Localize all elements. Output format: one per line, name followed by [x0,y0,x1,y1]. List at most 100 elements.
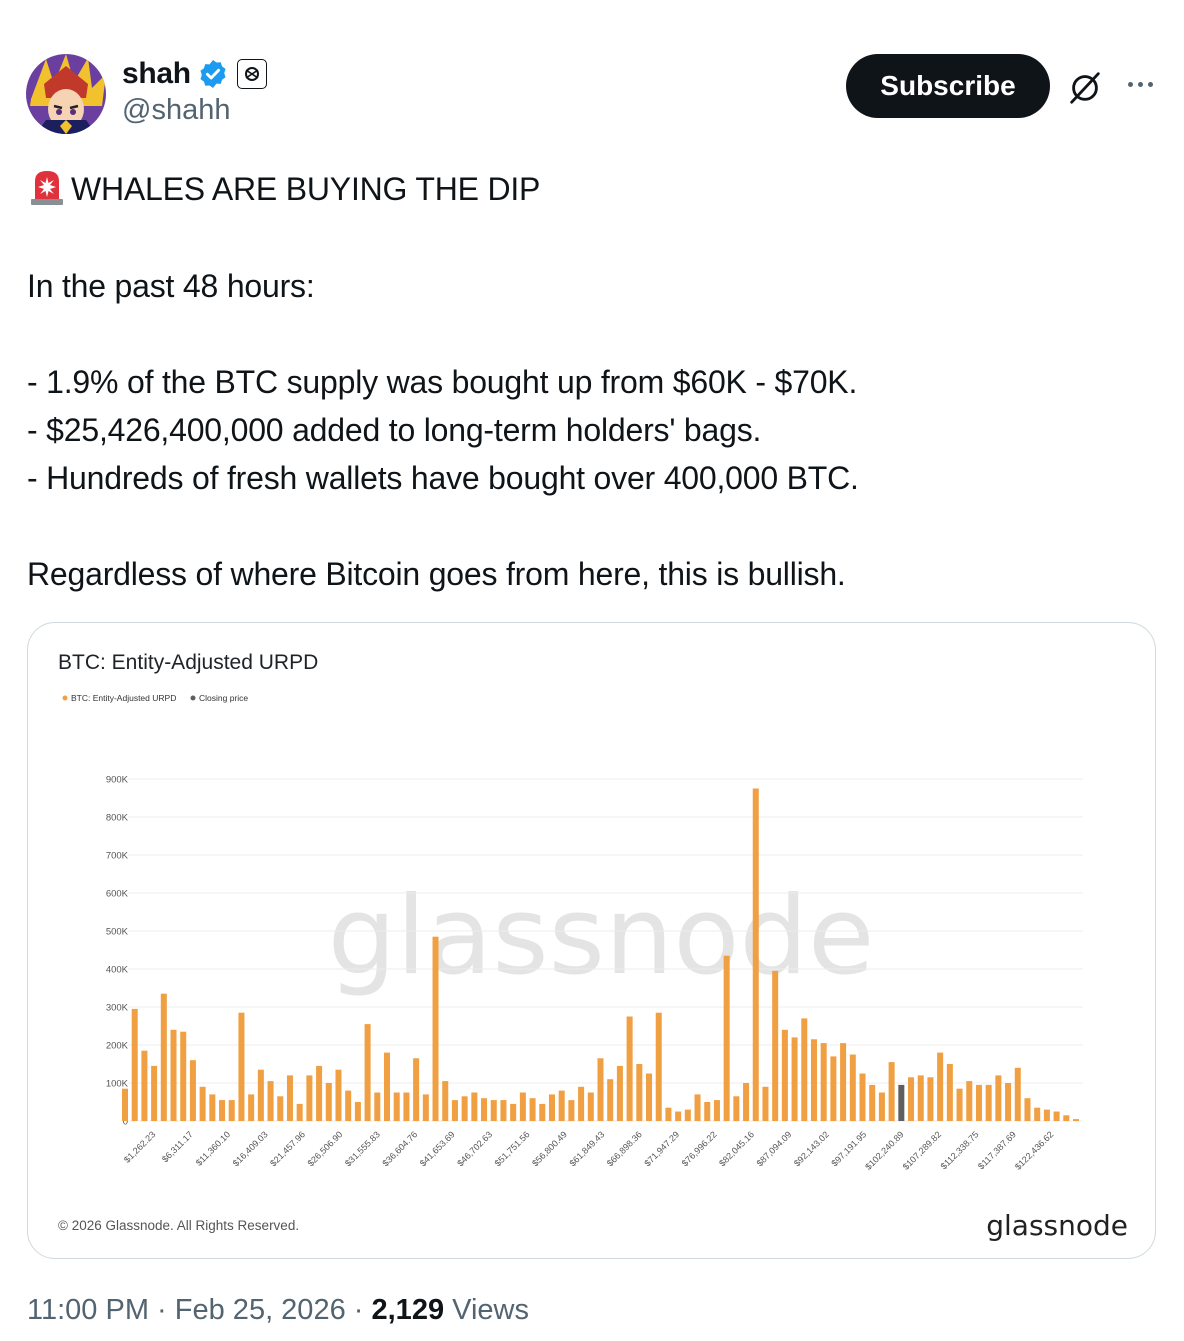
urpd-bar[interactable] [354,1102,361,1121]
urpd-bar[interactable] [975,1084,982,1121]
urpd-bar[interactable] [306,1075,313,1121]
urpd-bar[interactable] [1034,1107,1041,1121]
urpd-bar[interactable] [675,1111,682,1122]
urpd-bar[interactable] [558,1090,565,1121]
urpd-bar[interactable] [646,1073,653,1122]
urpd-bar[interactable] [655,1012,662,1121]
urpd-bar[interactable] [529,1098,536,1121]
urpd-bar[interactable] [917,1075,924,1121]
urpd-bar[interactable] [840,1043,847,1121]
subscribe-button[interactable]: Subscribe [846,54,1050,118]
urpd-bar[interactable] [1053,1111,1060,1122]
urpd-bar[interactable] [801,1018,808,1121]
urpd-bar[interactable] [636,1064,643,1121]
urpd-bar[interactable] [888,1062,895,1121]
urpd-bar[interactable] [684,1109,691,1121]
urpd-bar[interactable] [286,1075,293,1121]
urpd-bar[interactable] [704,1102,711,1121]
post-date[interactable]: Feb 25, 2026 [175,1294,346,1326]
urpd-bar[interactable] [451,1100,458,1121]
urpd-bar[interactable] [267,1081,274,1121]
urpd-bar[interactable] [1024,1098,1031,1121]
urpd-bar[interactable] [131,1008,138,1121]
urpd-bar[interactable] [219,1100,226,1121]
urpd-bar[interactable] [209,1094,216,1121]
urpd-bar[interactable] [490,1100,497,1121]
urpd-bar[interactable] [849,1054,856,1122]
urpd-bar[interactable] [1072,1119,1080,1121]
urpd-bar[interactable] [422,1094,429,1121]
urpd-bar[interactable] [810,1039,817,1121]
urpd-bar[interactable] [121,1088,129,1121]
closing-price-bar[interactable] [898,1084,905,1121]
urpd-bar[interactable] [752,788,759,1122]
user-handle[interactable]: @shahh [122,94,267,127]
avatar[interactable] [26,54,106,134]
urpd-bar[interactable] [432,936,439,1121]
urpd-bar[interactable] [461,1096,468,1121]
grok-icon[interactable] [1066,68,1104,106]
urpd-bar[interactable] [1063,1115,1070,1121]
urpd-bar[interactable] [578,1086,585,1121]
urpd-bar[interactable] [781,1029,788,1121]
post-time[interactable]: 11:00 PM [27,1294,149,1326]
urpd-bar[interactable] [374,1092,381,1122]
urpd-bar[interactable] [364,1024,371,1121]
urpd-bar[interactable] [1043,1109,1050,1121]
urpd-bar[interactable] [995,1075,1002,1121]
urpd-bar[interactable] [325,1083,332,1121]
urpd-bar[interactable] [946,1064,953,1121]
urpd-bar[interactable] [442,1081,449,1121]
urpd-bar[interactable] [384,1052,391,1121]
urpd-bar[interactable] [791,1037,798,1121]
urpd-bar[interactable] [548,1094,555,1121]
urpd-bar[interactable] [316,1065,323,1121]
views-count[interactable]: 2,129 [372,1294,445,1326]
urpd-bar[interactable] [345,1090,352,1121]
urpd-bar[interactable] [626,1016,633,1122]
urpd-bar[interactable] [597,1058,604,1121]
urpd-bar[interactable] [500,1100,507,1121]
urpd-bar[interactable] [713,1100,720,1121]
urpd-bar[interactable] [481,1098,488,1121]
urpd-bar[interactable] [393,1092,400,1122]
urpd-bar[interactable] [257,1069,264,1121]
urpd-bar[interactable] [830,1056,837,1121]
urpd-bar[interactable] [966,1081,973,1121]
urpd-bar[interactable] [335,1069,342,1121]
urpd-bar[interactable] [665,1107,672,1121]
display-name[interactable]: shah [122,57,191,91]
urpd-bar[interactable] [238,1012,245,1121]
urpd-bar[interactable] [772,970,779,1121]
urpd-bar[interactable] [519,1092,526,1122]
urpd-bar[interactable] [1014,1067,1021,1121]
chart-card[interactable]: BTC: Entity-Adjusted URPD BTC: Entity-Ad… [27,622,1156,1259]
urpd-bar[interactable] [296,1103,303,1121]
urpd-bar[interactable] [859,1073,866,1122]
urpd-bar[interactable] [228,1100,235,1121]
urpd-bar[interactable] [160,993,167,1121]
urpd-bar[interactable] [743,1083,750,1121]
urpd-bar[interactable] [413,1058,420,1121]
urpd-bar[interactable] [471,1092,478,1122]
urpd-bar[interactable] [277,1096,284,1121]
urpd-bar[interactable] [616,1065,623,1121]
urpd-bar[interactable] [937,1052,944,1121]
urpd-bar[interactable] [878,1092,885,1122]
urpd-bar[interactable] [568,1100,575,1121]
urpd-bar[interactable] [587,1092,594,1122]
urpd-bar[interactable] [762,1086,769,1121]
urpd-bar[interactable] [956,1088,963,1121]
urpd-bar[interactable] [869,1084,876,1121]
urpd-bar[interactable] [820,1043,827,1121]
urpd-bar[interactable] [510,1103,517,1121]
affiliation-badge-icon[interactable] [236,59,267,89]
urpd-bar[interactable] [180,1031,187,1121]
urpd-bar[interactable] [189,1060,196,1121]
urpd-bar[interactable] [908,1077,915,1121]
urpd-bar[interactable] [1005,1083,1012,1121]
urpd-bar[interactable] [694,1094,701,1121]
urpd-bar[interactable] [403,1092,410,1122]
urpd-bar[interactable] [539,1103,546,1121]
urpd-bar[interactable] [723,955,730,1121]
